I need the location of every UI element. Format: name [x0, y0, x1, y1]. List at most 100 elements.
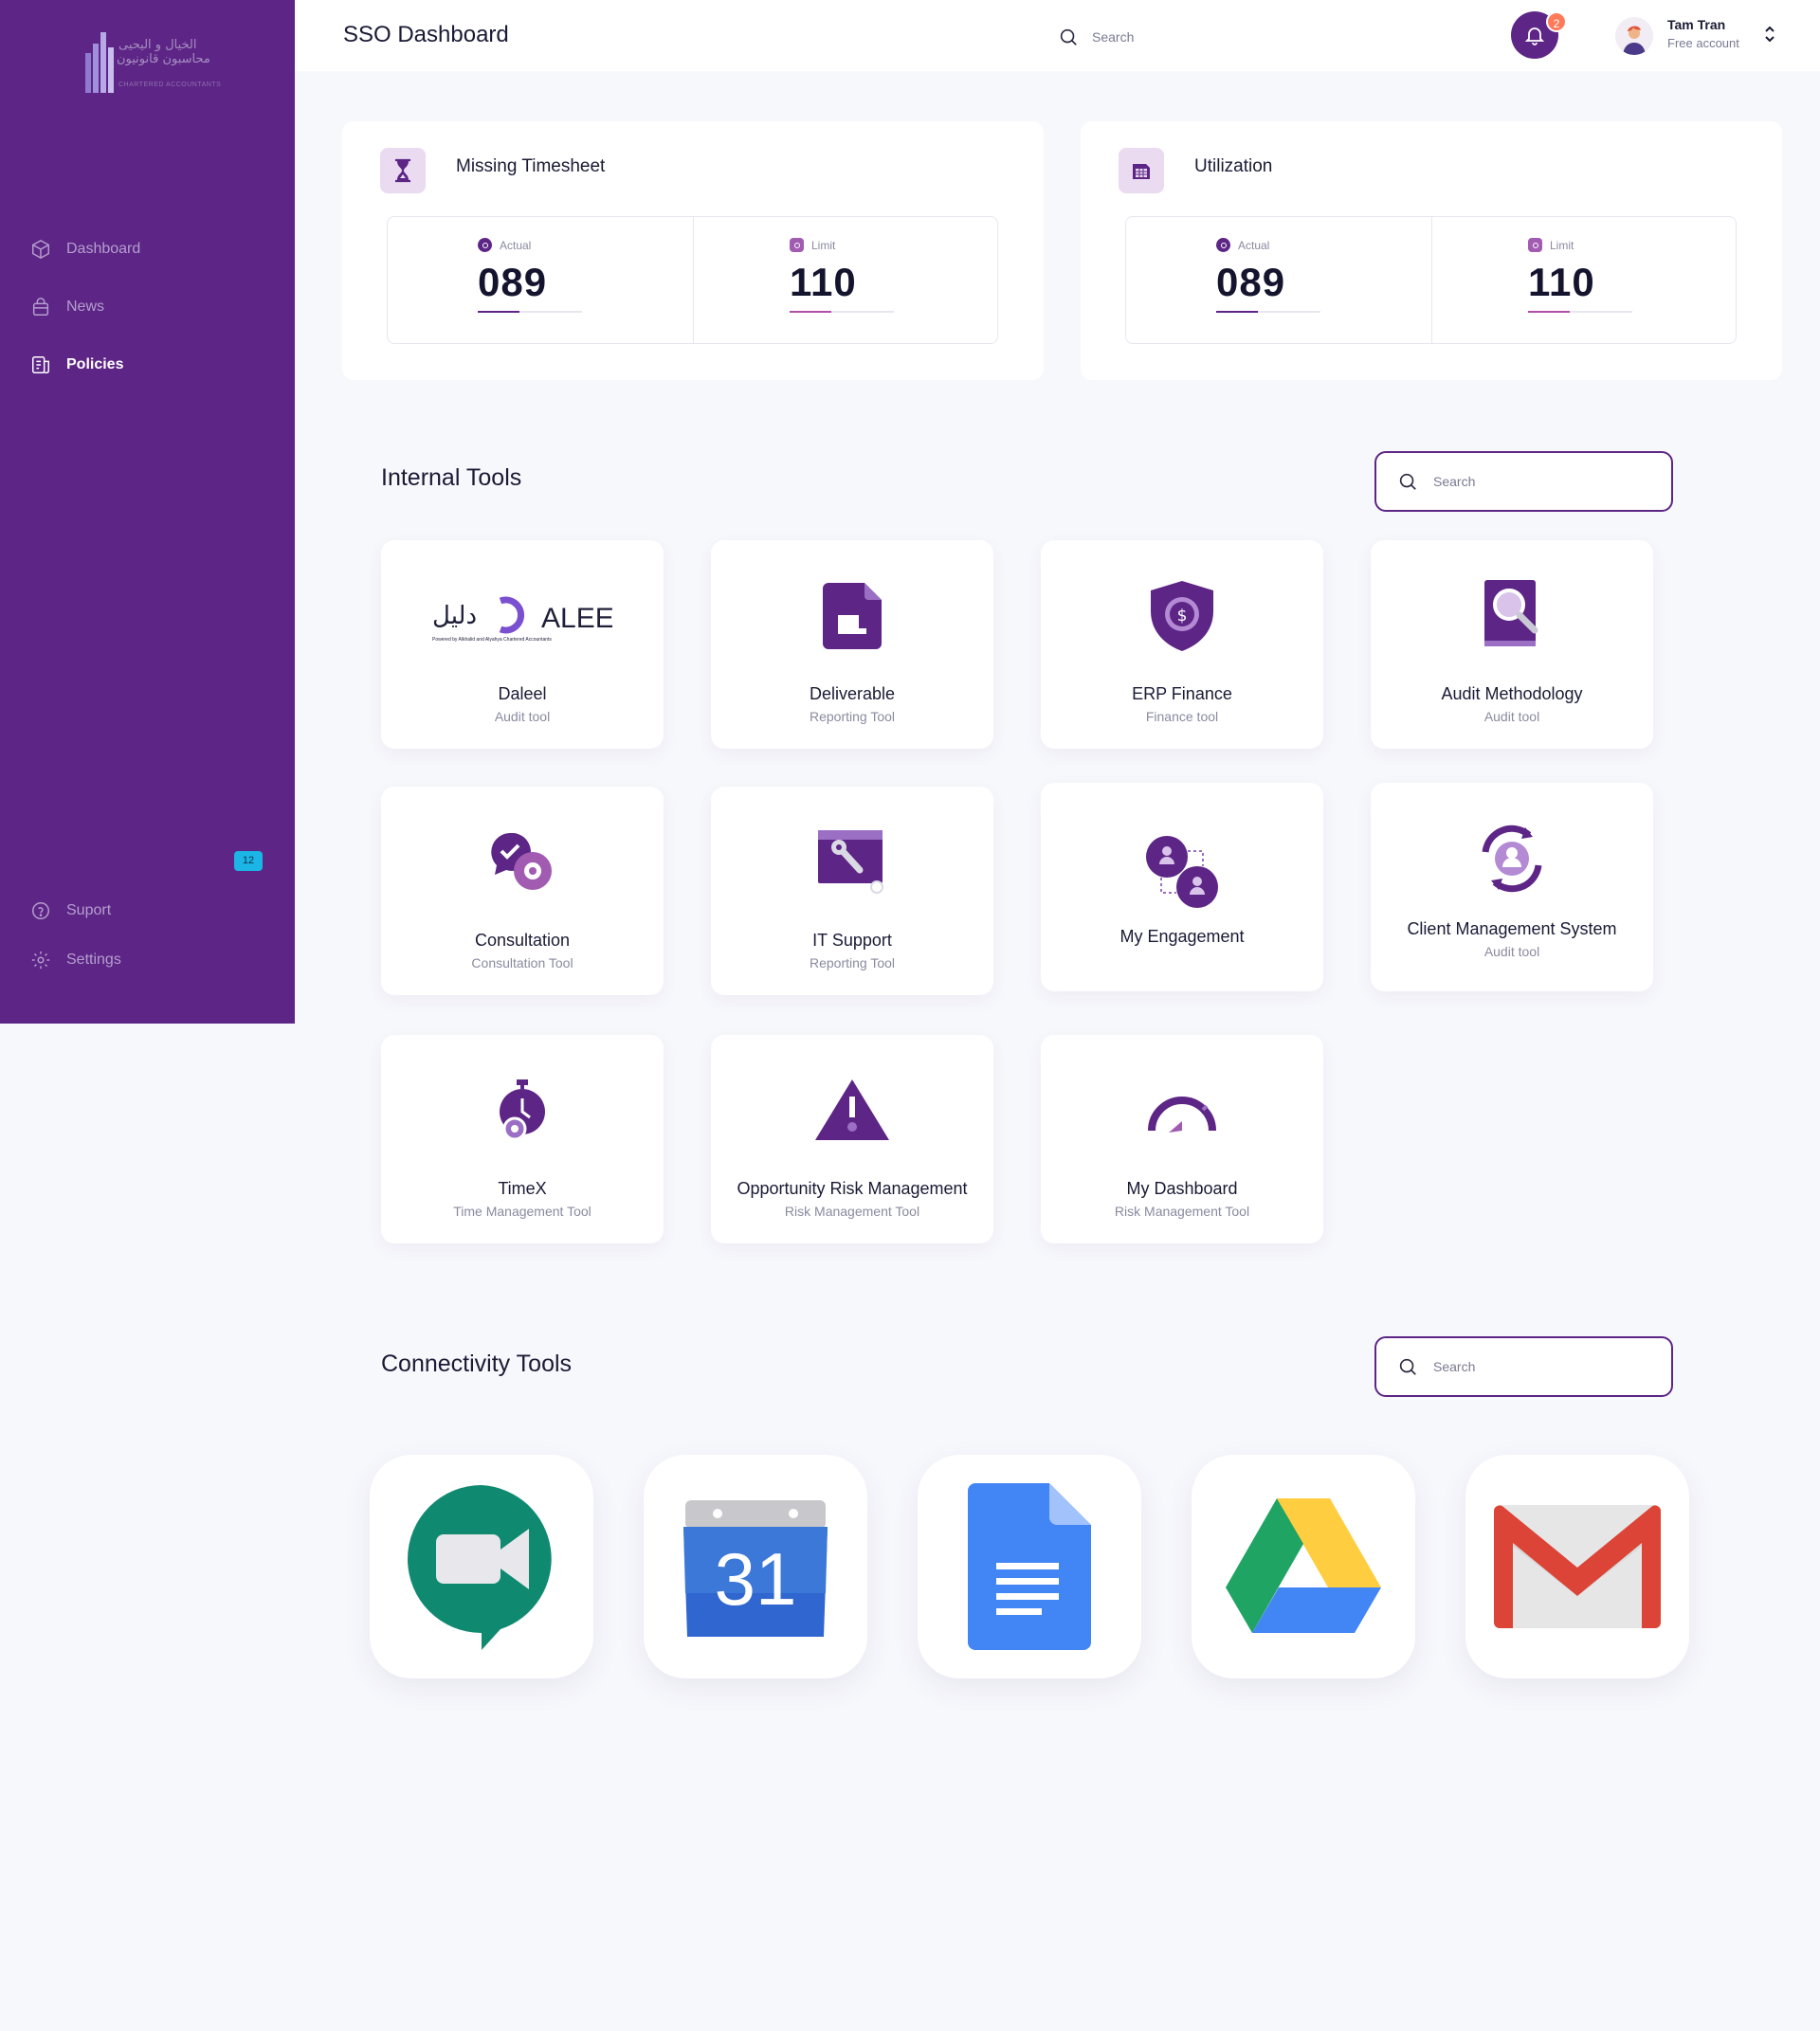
- search-placeholder: Search: [1433, 474, 1476, 489]
- tool-card-consultation[interactable]: Consultation Consultation Tool: [381, 787, 664, 995]
- target-icon: [1216, 238, 1230, 252]
- sidebar-item-support[interactable]: Suport: [30, 900, 111, 921]
- tool-subtitle: Reporting Tool: [809, 709, 896, 724]
- chevron-updown-icon[interactable]: [1762, 23, 1777, 45]
- sidebar-item-settings[interactable]: Settings: [30, 950, 121, 970]
- tool-name: Deliverable: [809, 684, 896, 703]
- metric-value: 110: [790, 260, 857, 304]
- user-cycle-icon: [1469, 821, 1555, 897]
- tool-name: Daleel: [498, 684, 547, 703]
- cube-icon: [32, 239, 49, 260]
- tool-name: Client Management System: [1407, 919, 1617, 938]
- tool-subtitle: Finance tool: [1145, 709, 1219, 724]
- calendar-day-text: 31: [715, 1537, 797, 1621]
- tool-card-opportunity-risk-management[interactable]: Opportunity Risk Management Risk Managem…: [711, 1035, 993, 1243]
- metric-value: 089: [1216, 260, 1286, 304]
- bell-icon: [1524, 27, 1545, 45]
- top-header: SSO Dashboard Search 2 Tam Tran Free acc…: [295, 0, 1820, 71]
- company-logo[interactable]: الخيال و اليحيى محاسبون قانونيون CHARTER…: [81, 28, 223, 97]
- tool-card-my-dashboard[interactable]: My Dashboard Risk Management Tool: [1041, 1035, 1323, 1243]
- progress-track: [1528, 311, 1632, 313]
- google-drive-icon: [1226, 1498, 1381, 1633]
- daleel-logo-tagline: Powered by Alkhalid and Alyahya Chartere…: [432, 637, 552, 643]
- stat-icon-wrap: [1119, 148, 1164, 193]
- progress-fill: [1528, 311, 1570, 313]
- section-title-connectivity-tools: Connectivity Tools: [381, 1351, 573, 1377]
- file-icon: [810, 578, 895, 654]
- progress-track: [790, 311, 894, 313]
- sidebar-item-label: Policies: [66, 356, 124, 372]
- user-name: Tam Tran: [1667, 17, 1726, 32]
- metric-label: Limit: [1550, 238, 1574, 252]
- target-icon: [1528, 238, 1542, 252]
- shield-dollar-icon: $: [1139, 578, 1225, 654]
- app-gmail[interactable]: [1465, 1455, 1689, 1678]
- metric-actual: Actual 089: [1216, 238, 1320, 313]
- tool-card-my-engagement[interactable]: My Engagement: [1041, 783, 1323, 991]
- wrench-window-icon: [810, 825, 895, 900]
- metric-limit: Limit 110: [1528, 238, 1632, 313]
- app-google-drive[interactable]: [1192, 1455, 1415, 1678]
- avatar-illustration: [1615, 17, 1653, 55]
- google-docs-icon: [968, 1483, 1091, 1650]
- metric-label: Limit: [811, 238, 836, 252]
- tool-subtitle: Audit tool: [1483, 709, 1540, 724]
- tool-card-audit-methodology[interactable]: Audit Methodology Audit tool: [1371, 540, 1653, 749]
- stat-box: Actual 089 Limit 110: [1125, 216, 1737, 344]
- bag-icon: [32, 298, 49, 316]
- tool-card-erp-finance[interactable]: $ ERP Finance Finance tool: [1041, 540, 1323, 749]
- tool-card-client-management-system[interactable]: Client Management System Audit tool: [1371, 783, 1653, 991]
- metric-value: 110: [1528, 260, 1595, 304]
- tool-card-it-support[interactable]: IT Support Reporting Tool: [711, 787, 993, 995]
- gauge-icon: [1139, 1073, 1225, 1149]
- progress-fill: [790, 311, 831, 313]
- target-icon: [478, 238, 492, 252]
- tool-name: TimeX: [498, 1179, 547, 1198]
- logo-bars-icon: [85, 32, 114, 93]
- tool-card-deliverable[interactable]: Deliverable Reporting Tool: [711, 540, 993, 749]
- user-plan: Free account: [1667, 36, 1739, 50]
- progress-track: [478, 311, 582, 313]
- metric-label: Actual: [500, 238, 532, 252]
- connectivity-tools-search-input[interactable]: Search: [1374, 1336, 1673, 1397]
- internal-tools-search-input[interactable]: Search: [1374, 451, 1673, 512]
- target-icon: [790, 238, 804, 252]
- header-search[interactable]: Search: [1058, 27, 1134, 47]
- tool-card-timex[interactable]: TimeX Time Management Tool: [381, 1035, 664, 1243]
- tool-name: IT Support: [812, 931, 892, 950]
- app-google-calendar[interactable]: 31: [644, 1455, 867, 1678]
- missing-timesheet-card: Missing Timesheet Actual 089 Limit 110: [342, 121, 1044, 380]
- stat-title: Missing Timesheet: [456, 156, 606, 176]
- app-google-meet[interactable]: [370, 1455, 593, 1678]
- stopwatch-gear-icon: [480, 1073, 565, 1149]
- sidebar-item-label: News: [66, 299, 105, 315]
- svg-text:$: $: [1177, 607, 1188, 626]
- chat-gear-icon: [480, 825, 565, 900]
- tool-card-daleel[interactable]: دليل ALEEL Powered by Alkhalid and Alyah…: [381, 540, 664, 749]
- sidebar-item-dashboard[interactable]: Dashboard: [30, 239, 140, 260]
- tool-subtitle: Risk Management Tool: [1114, 1204, 1250, 1219]
- stat-title: Utilization: [1194, 156, 1273, 176]
- count-badge: 12: [234, 851, 263, 871]
- warning-triangle-icon: [810, 1073, 895, 1149]
- sidebar-item-news[interactable]: News: [30, 297, 104, 317]
- google-calendar-icon: 31: [683, 1500, 828, 1637]
- daleel-logo-arabic: دليل: [432, 602, 477, 630]
- sidebar-item-policies[interactable]: Policies: [30, 354, 123, 375]
- app-google-docs[interactable]: [918, 1455, 1141, 1678]
- gear-icon: [31, 951, 50, 970]
- sidebar-item-label: Dashboard: [66, 241, 141, 257]
- tool-subtitle: Audit tool: [494, 709, 551, 724]
- document-icon: [32, 356, 49, 373]
- calendar-grid-icon: [1133, 164, 1150, 179]
- sidebar-item-label: Suport: [66, 902, 112, 918]
- search-placeholder: Search: [1433, 1359, 1476, 1374]
- tool-subtitle: Consultation Tool: [471, 955, 573, 970]
- tool-subtitle: Audit tool: [1483, 944, 1540, 959]
- avatar[interactable]: [1615, 17, 1653, 55]
- daleel-logo-mark: دليل ALEEL Powered by Alkhalid and Alyah…: [432, 596, 612, 643]
- stat-icon-wrap: [380, 148, 426, 193]
- metric-limit: Limit 110: [790, 238, 894, 313]
- progress-track: [1216, 311, 1320, 313]
- search-icon: [1399, 1358, 1416, 1375]
